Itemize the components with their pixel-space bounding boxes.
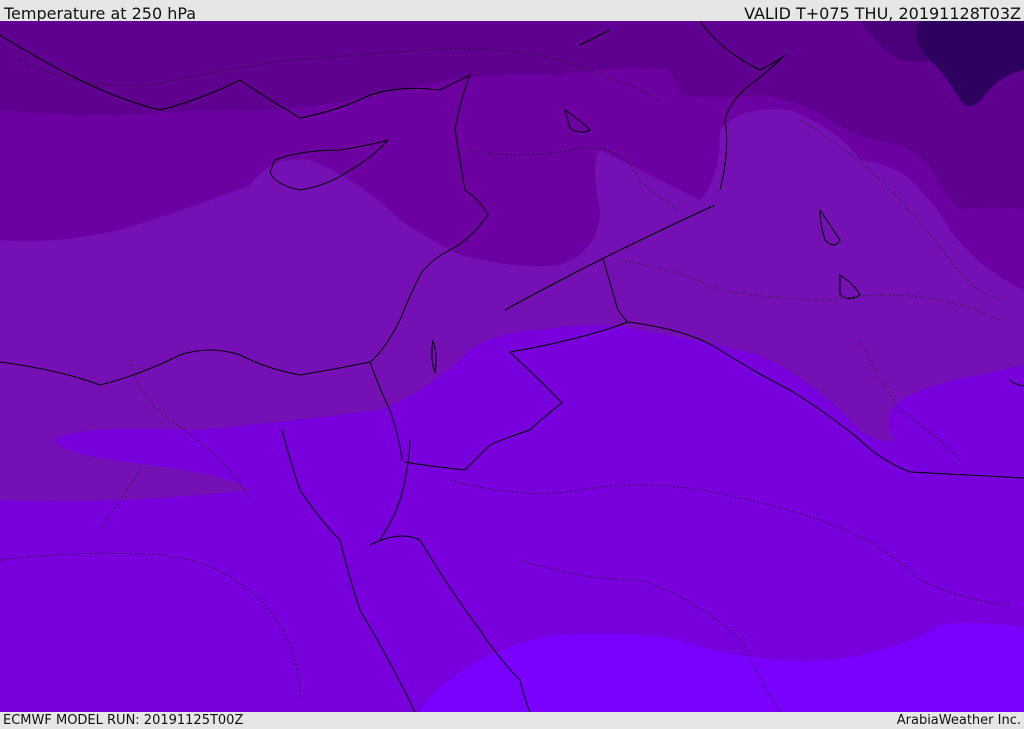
credit-text: ArabiaWeather Inc. bbox=[896, 713, 1021, 728]
model-run: ECMWF MODEL RUN: 20191125T00Z bbox=[3, 713, 244, 728]
weather-map[interactable] bbox=[0, 21, 1024, 712]
header-bar: Temperature at 250 hPa VALID T+075 THU, … bbox=[0, 0, 1024, 23]
map-canvas bbox=[0, 21, 1024, 712]
footer-bar: ECMWF MODEL RUN: 20191125T00Z ArabiaWeat… bbox=[0, 712, 1024, 729]
